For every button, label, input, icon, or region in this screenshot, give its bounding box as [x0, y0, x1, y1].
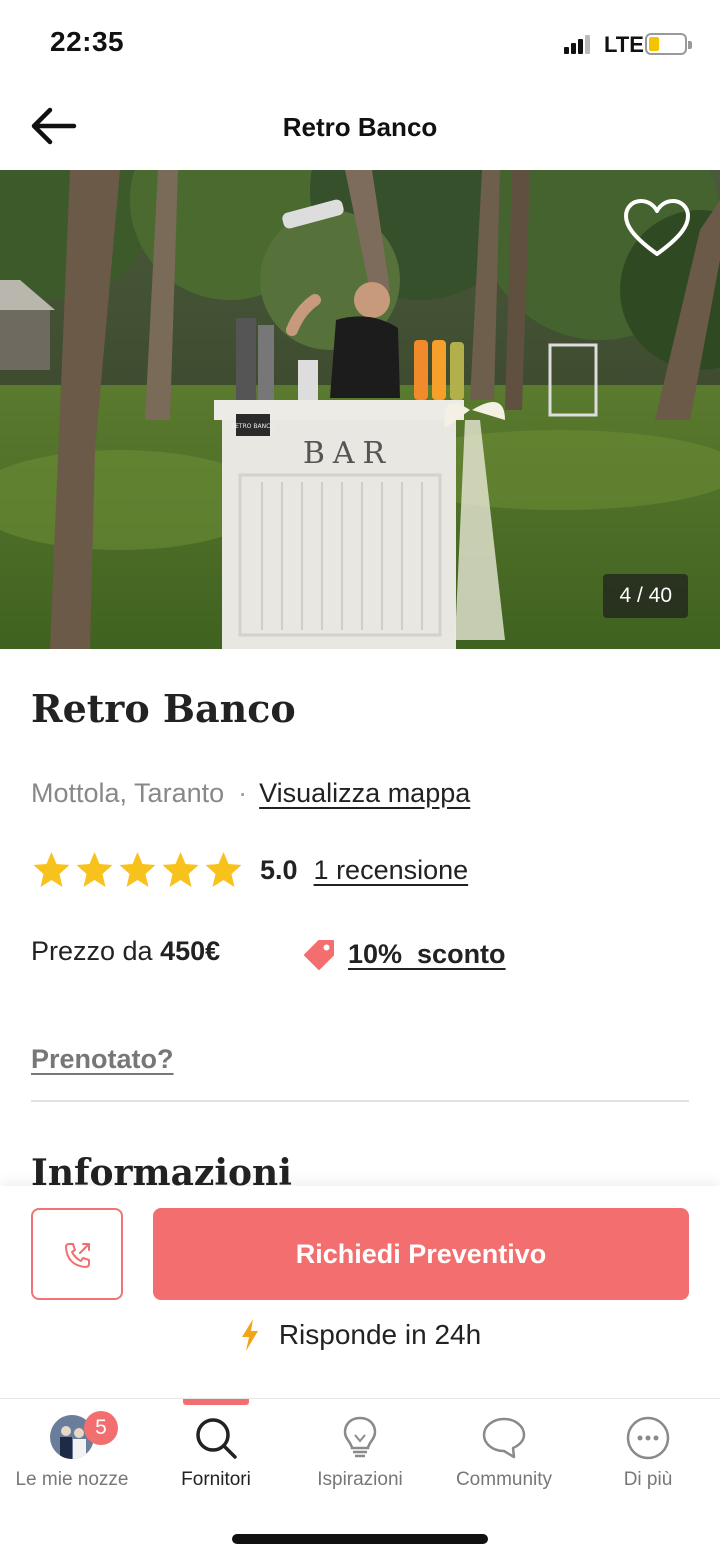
star-icon: [205, 852, 242, 887]
price-prefix: Prezzo da: [31, 936, 153, 966]
rating-value: 5.0: [260, 854, 298, 885]
active-tab-indicator: [183, 1399, 249, 1405]
star-rating: [31, 850, 244, 890]
tab-ispirazioni[interactable]: Ispirazioni: [288, 1399, 432, 1509]
photo-counter: 4 / 40: [603, 574, 688, 618]
page-title: Retro Banco: [282, 112, 438, 142]
search-icon: [196, 1418, 237, 1459]
call-button[interactable]: [31, 1208, 123, 1300]
lightbulb-icon: [343, 1416, 377, 1458]
tab-label: Di più: [623, 1469, 673, 1490]
tab-label: Community: [455, 1469, 553, 1490]
home-indicator[interactable]: [232, 1534, 488, 1544]
tab-le-mie-nozze[interactable]: 5 Le mie nozze: [0, 1399, 144, 1509]
vendor-name: Retro Banco: [31, 686, 296, 731]
tab-community[interactable]: Community: [432, 1399, 576, 1509]
tab-label: Le mie nozze: [15, 1469, 129, 1490]
lightning-icon: [241, 1319, 258, 1351]
action-panel: Richiedi Preventivo Risponde in 24h: [0, 1186, 720, 1398]
tab-label: Ispirazioni: [317, 1469, 403, 1490]
tab-label: Fornitori: [181, 1469, 251, 1490]
notification-badge: 5: [84, 1411, 118, 1445]
star-icon: [33, 852, 70, 887]
star-icon: [76, 852, 113, 887]
view-map-link[interactable]: Visualizza mappa: [259, 778, 470, 808]
rating-row: 5.0 1 recensione: [31, 850, 468, 890]
tag-icon: [304, 940, 334, 970]
response-time: Risponde in 24h: [0, 1318, 720, 1358]
star-icon: [162, 852, 199, 887]
bar-sign-text: BAR: [303, 436, 393, 471]
signal-icon: [564, 34, 590, 54]
network-label: LTE: [604, 32, 644, 57]
booked-link[interactable]: Prenotato?: [31, 1044, 174, 1075]
chalkboard-text: RETRO BANCO: [231, 423, 275, 430]
more-icon: [626, 1416, 670, 1460]
chat-bubble-icon: [482, 1417, 526, 1459]
response-text: Risponde in 24h: [278, 1319, 482, 1350]
phone-call-icon: [65, 1243, 90, 1268]
price-row: Prezzo da 450€: [31, 936, 220, 967]
location-row: Mottola, Taranto · Visualizza mappa: [31, 778, 470, 809]
nav-bar: Retro Banco: [0, 88, 720, 170]
vendor-location: Mottola, Taranto: [31, 778, 225, 808]
favorite-button[interactable]: [622, 198, 692, 260]
request-quote-button[interactable]: Richiedi Preventivo: [153, 1208, 689, 1300]
discount-text: 10% sconto: [348, 938, 506, 969]
status-bar: 22:35 LTE: [0, 0, 720, 88]
heart-outline-icon: [624, 199, 690, 256]
tab-fornitori[interactable]: Fornitori: [144, 1399, 288, 1509]
price-value: 450€: [160, 936, 221, 966]
reviews-link[interactable]: 1 recensione: [314, 855, 469, 886]
status-time: 22:35: [50, 26, 125, 57]
separator-dot: ·: [238, 778, 248, 808]
star-icon: [119, 852, 156, 887]
tab-di-piu[interactable]: Di più: [576, 1399, 720, 1509]
photo-gallery[interactable]: BAR RETRO BANCO 4 / 40: [0, 170, 720, 649]
discount-link[interactable]: 10% sconto: [302, 934, 506, 974]
battery-icon: [645, 33, 692, 55]
divider: [31, 1100, 689, 1102]
